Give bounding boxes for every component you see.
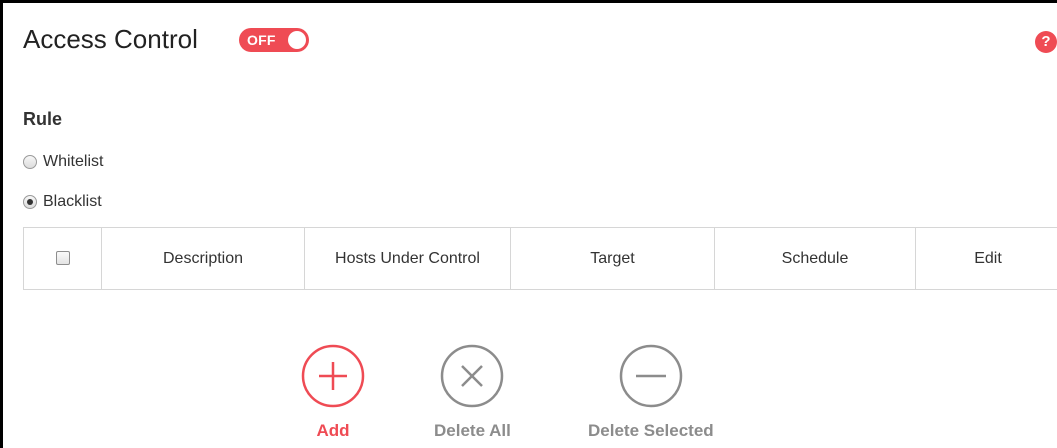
column-header-hosts: Hosts Under Control: [304, 227, 511, 290]
minus-circle-icon: [619, 344, 683, 408]
delete-selected-button[interactable]: Delete Selected: [588, 343, 714, 441]
select-all-checkbox[interactable]: [55, 251, 70, 266]
help-icon[interactable]: ?: [1035, 31, 1057, 53]
x-circle-icon: [441, 344, 504, 408]
page-title: Access Control: [23, 24, 198, 54]
radio-option-blacklist[interactable]: Blacklist: [23, 193, 102, 211]
access-control-toggle[interactable]: OFF: [239, 28, 309, 52]
blacklist-label: Blacklist: [43, 193, 102, 210]
whitelist-label: Whitelist: [43, 153, 104, 170]
toggle-knob: [288, 31, 306, 49]
column-select-all: [23, 227, 102, 290]
radio-option-whitelist[interactable]: Whitelist: [23, 153, 103, 171]
whitelist-radio[interactable]: [23, 155, 37, 169]
rule-heading: Rule: [23, 109, 63, 129]
blacklist-radio[interactable]: [23, 195, 37, 209]
delete-all-label: Delete All: [434, 421, 511, 440]
toggle-state-label: OFF: [247, 32, 276, 48]
access-control-panel: Access Control OFF ? Rule Whitelist Blac…: [0, 0, 1057, 448]
delete-selected-label: Delete Selected: [588, 421, 714, 440]
delete-all-button[interactable]: Delete All: [434, 343, 511, 441]
column-header-schedule: Schedule: [714, 227, 916, 290]
add-button[interactable]: Add: [300, 343, 366, 441]
table-header-row: Description Hosts Under Control Target S…: [23, 227, 1057, 290]
rules-table: Description Hosts Under Control Target S…: [23, 227, 1057, 290]
plus-circle-icon: [301, 344, 365, 408]
column-header-description: Description: [101, 227, 305, 290]
column-header-edit: Edit: [915, 227, 1057, 290]
add-label: Add: [316, 421, 350, 440]
column-header-target: Target: [510, 227, 715, 290]
